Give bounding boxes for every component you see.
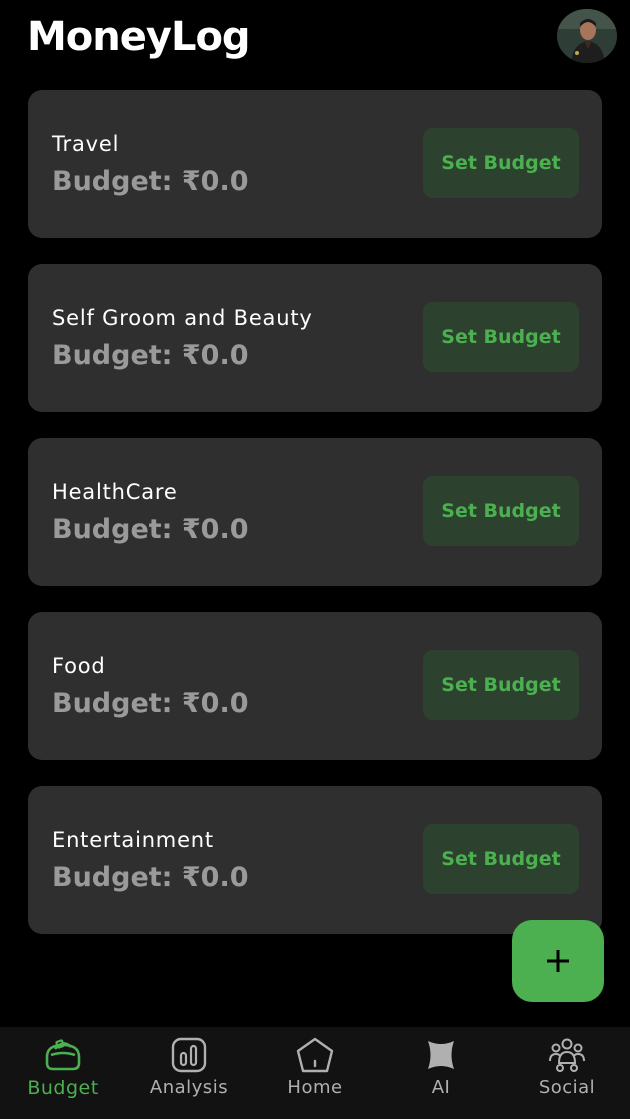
category-card-self-groom-and-beauty: Self Groom and Beauty Budget: ₹0.0 Set B… bbox=[28, 264, 602, 412]
nav-label-budget: Budget bbox=[27, 1077, 99, 1099]
nav-label-social: Social bbox=[538, 1077, 596, 1098]
category-budget-amount: Budget: ₹0.0 bbox=[52, 166, 249, 197]
nav-label-analysis: Analysis bbox=[149, 1077, 229, 1098]
category-budget-amount: Budget: ₹0.0 bbox=[52, 862, 249, 893]
nav-item-social[interactable]: Social bbox=[504, 1027, 630, 1119]
category-card-healthcare: HealthCare Budget: ₹0.0 Set Budget bbox=[28, 438, 602, 586]
nav-item-analysis[interactable]: Analysis bbox=[126, 1027, 252, 1119]
app-title: MoneyLog bbox=[27, 14, 251, 60]
nav-item-home[interactable]: Home bbox=[252, 1027, 378, 1119]
category-budget-amount: Budget: ₹0.0 bbox=[52, 688, 249, 719]
category-card-travel: Travel Budget: ₹0.0 Set Budget bbox=[28, 90, 602, 238]
category-name: Food bbox=[52, 654, 106, 678]
nav-label-home: Home bbox=[287, 1077, 343, 1098]
bottom-navigation: Budget Analysis Home AI Social bbox=[0, 1027, 630, 1119]
home-icon bbox=[295, 1037, 335, 1073]
profile-avatar[interactable] bbox=[557, 9, 617, 63]
avatar-photo-icon bbox=[557, 9, 617, 63]
set-budget-button-travel[interactable]: Set Budget bbox=[423, 128, 579, 198]
budget-icon bbox=[43, 1037, 83, 1073]
analysis-icon bbox=[169, 1037, 209, 1073]
social-icon bbox=[547, 1037, 587, 1073]
nav-item-budget[interactable]: Budget bbox=[0, 1027, 126, 1119]
ai-icon bbox=[421, 1037, 461, 1073]
set-budget-button-healthcare[interactable]: Set Budget bbox=[423, 476, 579, 546]
set-budget-button-self-groom-and-beauty[interactable]: Set Budget bbox=[423, 302, 579, 372]
category-card-entertainment: Entertainment Budget: ₹0.0 Set Budget bbox=[28, 786, 602, 934]
set-budget-button-food[interactable]: Set Budget bbox=[423, 650, 579, 720]
category-budget-amount: Budget: ₹0.0 bbox=[52, 514, 249, 545]
set-budget-button-entertainment[interactable]: Set Budget bbox=[423, 824, 579, 894]
category-name: HealthCare bbox=[52, 480, 178, 504]
app-header: MoneyLog bbox=[0, 0, 630, 80]
category-budget-amount: Budget: ₹0.0 bbox=[52, 340, 249, 371]
plus-icon bbox=[547, 950, 569, 972]
nav-label-ai: AI bbox=[431, 1077, 451, 1098]
add-category-button[interactable] bbox=[512, 920, 604, 1002]
category-card-food: Food Budget: ₹0.0 Set Budget bbox=[28, 612, 602, 760]
category-name: Entertainment bbox=[52, 828, 214, 852]
category-name: Travel bbox=[52, 132, 120, 156]
category-name: Self Groom and Beauty bbox=[52, 306, 313, 330]
nav-item-ai[interactable]: AI bbox=[378, 1027, 504, 1119]
